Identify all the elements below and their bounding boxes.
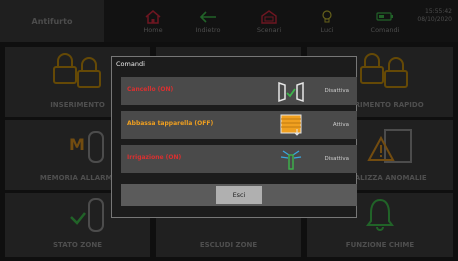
command-label: Irrigazione (ON)	[127, 154, 182, 161]
command-row-tapparella[interactable]: Abbassa tapparella (OFF) Attiva	[121, 111, 357, 139]
gate-icon	[278, 81, 304, 103]
dialog-footer: Esci	[121, 184, 357, 206]
exit-button[interactable]: Esci	[216, 186, 262, 204]
command-label: Cancello (ON)	[127, 86, 174, 93]
command-action[interactable]: Disattiva	[325, 156, 349, 162]
command-row-irrigazione[interactable]: Irrigazione (ON) Disattiva	[121, 145, 357, 173]
command-action[interactable]: Disattiva	[325, 88, 349, 94]
dialog-title: Comandi	[116, 60, 145, 68]
command-action[interactable]: Attiva	[333, 122, 349, 128]
command-label: Abbassa tapparella (OFF)	[127, 120, 214, 127]
sprinkler-icon	[280, 150, 302, 170]
shutter-icon	[280, 114, 302, 136]
commands-dialog: Comandi Cancello (ON) Disattiva Abbassa …	[111, 56, 357, 218]
command-row-cancello[interactable]: Cancello (ON) Disattiva	[121, 77, 357, 105]
